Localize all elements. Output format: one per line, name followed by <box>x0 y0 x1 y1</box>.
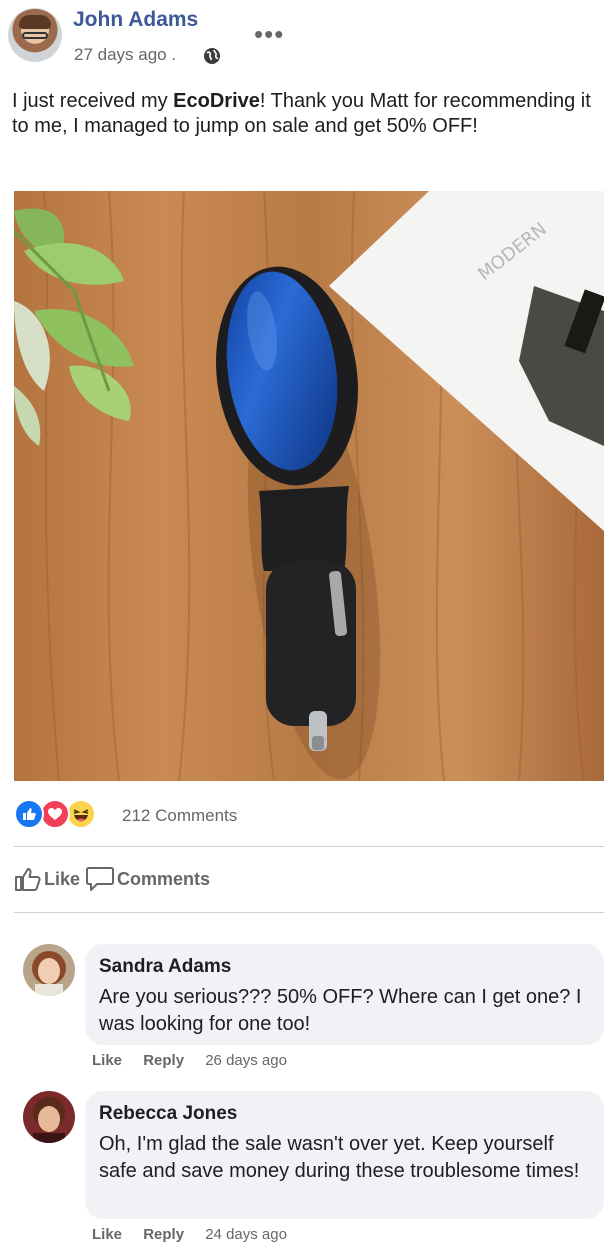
post-image[interactable]: MODERN <box>14 191 604 781</box>
comment-icon <box>86 867 114 891</box>
comment-author-name[interactable]: Sandra Adams <box>99 956 590 978</box>
comment-like-link[interactable]: Like <box>92 1226 122 1243</box>
globe-icon <box>204 48 220 64</box>
like-button[interactable]: Like <box>14 866 80 892</box>
comment-time: 26 days ago <box>205 1052 287 1069</box>
post-author-name[interactable]: John Adams <box>73 8 198 32</box>
comment-bubble: Rebecca Jones Oh, I'm glad the sale wasn… <box>85 1091 604 1219</box>
comment-reply-link[interactable]: Reply <box>143 1226 184 1243</box>
facebook-post: John Adams 27 days ago . ••• I just rece… <box>0 0 616 1256</box>
comment-text: Are you serious??? 50% OFF? Where can I … <box>99 986 582 1035</box>
love-reaction-icon <box>40 799 70 829</box>
more-options-icon[interactable]: ••• <box>254 21 284 47</box>
comment-actions: Like Reply 26 days ago <box>92 1052 304 1069</box>
like-reaction-icon <box>14 799 44 829</box>
thumb-up-icon <box>15 868 41 891</box>
comment-actions: Like Reply 24 days ago <box>92 1226 304 1243</box>
haha-reaction-icon <box>66 799 96 829</box>
comment-avatar[interactable] <box>23 1091 75 1143</box>
comment-time: 24 days ago <box>205 1226 287 1243</box>
divider-bottom <box>14 912 604 913</box>
post-text: I just received my EcoDrive! Thank you M… <box>12 89 602 139</box>
avatar-glasses <box>22 32 48 39</box>
post-text-before: I just received my <box>12 90 174 112</box>
comment-avatar[interactable] <box>23 944 75 996</box>
comment-button[interactable]: Comments <box>85 866 210 892</box>
like-button-label: Like <box>44 868 81 889</box>
author-avatar[interactable] <box>8 8 62 62</box>
comment-text: Oh, I'm glad the sale wasn't over yet. K… <box>99 1133 580 1182</box>
avatar-hair <box>19 15 51 29</box>
reactions-summary[interactable] <box>14 799 114 831</box>
post-timestamp[interactable]: 27 days ago . <box>74 45 176 65</box>
comment-author-name[interactable]: Rebecca Jones <box>99 1103 590 1125</box>
post-text-product: EcoDrive <box>173 90 260 112</box>
divider-top <box>14 846 604 847</box>
comment-like-link[interactable]: Like <box>92 1052 122 1069</box>
comment-bubble: Sandra Adams Are you serious??? 50% OFF?… <box>85 944 604 1045</box>
comments-count[interactable]: 212 Comments <box>122 806 237 826</box>
comment-button-label: Comments <box>117 868 211 889</box>
comment-reply-link[interactable]: Reply <box>143 1052 184 1069</box>
